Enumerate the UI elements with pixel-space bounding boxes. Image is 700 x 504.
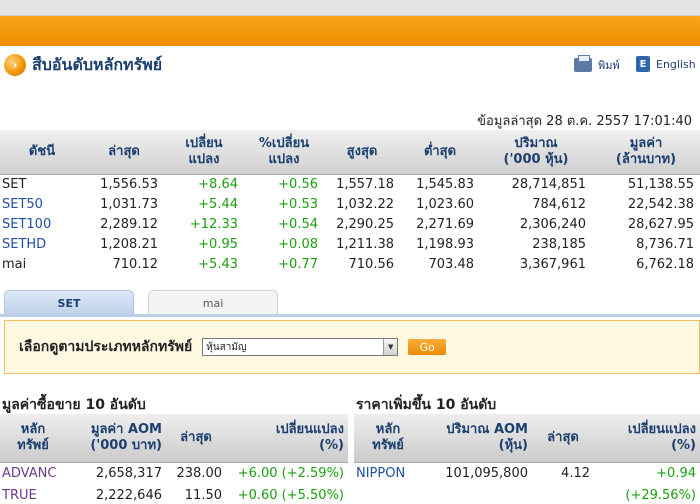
tab-mai[interactable]: mai — [148, 290, 278, 316]
page-title: สืบอันดับหลักทรัพย์ — [32, 54, 163, 74]
english-link[interactable]: E English — [636, 56, 696, 72]
table-row: (+29.56%) — [354, 484, 700, 504]
top-orange-banner — [0, 16, 700, 46]
table-row: ADVANC 2,658,317 238.00 +6.00 (+2.59%) — [0, 462, 348, 484]
page-title-row: › สืบอันดับหลักทรัพย์ — [4, 52, 162, 78]
table-row: TRUE 2,222,646 11.50 +0.60 (+5.50%) — [0, 484, 348, 504]
printer-icon — [574, 55, 592, 72]
last-updated: ข้อมูลล่าสุด 28 ต.ค. 2557 17:01:40 — [477, 114, 692, 129]
go-button[interactable]: Go — [408, 339, 447, 355]
stock-link[interactable]: NIPPON — [354, 462, 422, 484]
table-row: SET100 2,289.12 +12.33 +0.54 2,290.25 2,… — [0, 214, 700, 234]
top-value-title: มูลค่าซื้อขาย 10 อันดับ — [2, 397, 146, 413]
index-name[interactable]: SET100 — [0, 214, 84, 234]
table-row: NIPPON 101,095,800 4.12 +0.94 — [354, 462, 700, 484]
filter-panel: เลือกดูตามประเภทหลักทรัพย์ หุ้นสามัญ ▼ G… — [4, 320, 700, 374]
table-row: SETHD 1,208.21 +0.95 +0.08 1,211.38 1,19… — [0, 234, 700, 254]
stock-link[interactable]: ADVANC — [0, 462, 66, 484]
table-row: SET 1,556.53 +8.64 +0.56 1,557.18 1,545.… — [0, 174, 700, 194]
table-row: mai 710.12 +5.43 +0.77 710.56 703.48 3,3… — [0, 254, 700, 274]
col-pct-change: %เปลี่ยน แปลง — [244, 130, 324, 175]
top-gainers-title: ราคาเพิ่มขึ้น 10 อันดับ — [356, 397, 497, 413]
col-volume: ปริมาณ ('000 หุ้น) — [480, 130, 592, 175]
top-gray-bar — [0, 0, 700, 16]
index-name[interactable]: SETHD — [0, 234, 84, 254]
select-value: หุ้นสามัญ — [206, 341, 247, 353]
index-name[interactable]: mai — [0, 254, 84, 274]
index-name[interactable]: SET — [0, 174, 84, 194]
tab-set[interactable]: SET — [4, 290, 134, 316]
top-value-table: หลัก ทรัพย์ มูลค่า AOM ('000 บาท) ล่าสุด เ… — [0, 414, 348, 504]
top-gainers-table: หลัก ทรัพย์ ปริมาณ AOM (หุ้น) ล่าสุด เปลี่… — [354, 414, 700, 504]
print-link[interactable]: พิมพ์ — [574, 55, 620, 74]
arrow-bullet-icon: › — [4, 54, 26, 76]
print-label: พิมพ์ — [598, 59, 620, 72]
col-value: มูลค่า (ล้านบาท) — [592, 130, 700, 175]
col-low: ต่ำสุด — [400, 130, 480, 175]
stock-link[interactable]: TRUE — [0, 484, 66, 504]
table-row: SET50 1,031.73 +5.44 +0.53 1,032.22 1,02… — [0, 194, 700, 214]
stock-link[interactable] — [354, 484, 422, 504]
col-last: ล่าสุด — [84, 130, 164, 175]
filter-label: เลือกดูตามประเภทหลักทรัพย์ — [19, 339, 193, 355]
col-high: สูงสุด — [324, 130, 400, 175]
english-label: English — [656, 57, 696, 71]
security-type-select[interactable]: หุ้นสามัญ ▼ — [202, 338, 399, 356]
chevron-down-icon[interactable]: ▼ — [383, 339, 398, 355]
col-change: เปลี่ยน แปลง — [164, 130, 244, 175]
index-table: ดัชนี ล่าสุด เปลี่ยน แปลง %เปลี่ยน แปลง สู… — [0, 130, 700, 274]
tab-underline — [0, 314, 700, 317]
index-name[interactable]: SET50 — [0, 194, 84, 214]
english-icon: E — [636, 56, 650, 72]
col-index: ดัชนี — [0, 130, 84, 175]
